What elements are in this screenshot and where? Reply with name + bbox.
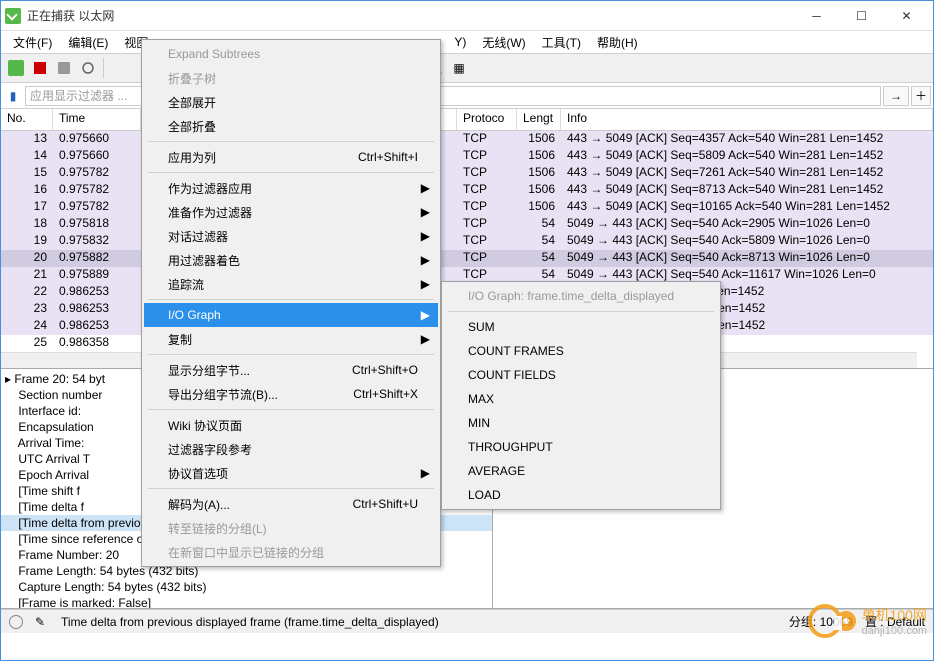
context-menu[interactable]: Expand Subtrees折叠子树全部展开全部折叠应用为列Ctrl+Shif… [141,39,441,567]
ctx-item[interactable]: 解码为(A)...Ctrl+Shift+U [144,492,438,516]
minimize-button[interactable]: ─ [794,2,839,30]
ctx-item[interactable]: 全部折叠 [144,114,438,138]
ctx-item: 在新窗口中显示已链接的分组 [144,540,438,564]
tree-line[interactable]: Capture Length: 54 bytes (432 bits) [1,579,492,595]
ctx-item[interactable]: 过滤器字段参考 [144,437,438,461]
col-time[interactable]: Time [53,109,141,130]
ctx-item[interactable]: 应用为列Ctrl+Shift+I [144,145,438,169]
zoom-reset-icon[interactable]: ▦ [448,57,470,79]
ctx-item[interactable]: 追踪流▶ [144,272,438,296]
ctx-item[interactable]: 导出分组字节流(B)...Ctrl+Shift+X [144,382,438,406]
watermark: 单机100网 danji100.com [808,604,927,638]
capture-options-icon[interactable] [77,57,99,79]
titlebar: 正在捕获 以太网 ─ ☐ ✕ [1,1,933,31]
ctx-sub-item[interactable]: COUNT FRAMES [444,339,718,363]
filter-apply-button[interactable]: → [883,86,909,106]
app-icon [5,8,21,24]
expert-info-icon[interactable] [9,615,23,629]
menu-y[interactable]: Y) [446,33,474,51]
edit-icon[interactable]: ✎ [35,615,49,629]
ctx-sub-item[interactable]: AVERAGE [444,459,718,483]
ctx-item[interactable]: 准备作为过滤器▶ [144,200,438,224]
ctx-item: 折叠子树 [144,66,438,90]
col-length[interactable]: Lengt [517,109,561,130]
ctx-item[interactable]: 作为过滤器应用▶ [144,176,438,200]
status-text: Time delta from previous displayed frame… [61,615,777,629]
bookmark-icon[interactable]: ▮ [3,86,23,106]
menu-help[interactable]: 帮助(H) [589,32,646,53]
capture-start-icon[interactable] [5,57,27,79]
menu-wireless[interactable]: 无线(W) [474,32,533,53]
window-title: 正在捕获 以太网 [27,7,794,24]
ctx-sub-item[interactable]: MAX [444,387,718,411]
ctx-item[interactable]: 对话过滤器▶ [144,224,438,248]
ctx-item: Expand Subtrees [144,42,438,66]
ctx-sub-item[interactable]: LOAD [444,483,718,507]
statusbar: ✎ Time delta from previous displayed fra… [1,609,933,633]
tree-line[interactable]: [Frame is marked: False] [1,595,492,608]
maximize-button[interactable]: ☐ [839,2,884,30]
close-button[interactable]: ✕ [884,2,929,30]
ctx-sub-item[interactable]: SUM [444,315,718,339]
col-protocol[interactable]: Protoco [457,109,517,130]
ctx-sub-item[interactable]: COUNT FIELDS [444,363,718,387]
capture-stop-icon[interactable] [29,57,51,79]
ctx-item[interactable]: I/O Graph▶ [144,303,438,327]
context-submenu-io-graph[interactable]: I/O Graph: frame.time_delta_displayed SU… [441,281,721,510]
ctx-item[interactable]: 用过滤器着色▶ [144,248,438,272]
col-info[interactable]: Info [561,109,933,130]
ctx-item[interactable]: 全部展开 [144,90,438,114]
ctx-item: 转至链接的分组(L) [144,516,438,540]
menu-tools[interactable]: 工具(T) [534,32,589,53]
ctx-item[interactable]: 协议首选项▶ [144,461,438,485]
capture-restart-icon[interactable] [53,57,75,79]
menu-edit[interactable]: 编辑(E) [60,32,116,53]
col-no[interactable]: No. [1,109,53,130]
ctx-item[interactable]: Wiki 协议页面 [144,413,438,437]
filter-add-button[interactable]: ＋ [911,86,931,106]
menu-file[interactable]: 文件(F) [5,32,60,53]
ctx-item[interactable]: 复制▶ [144,327,438,351]
submenu-title: I/O Graph: frame.time_delta_displayed [444,284,718,308]
ctx-item[interactable]: 显示分组字节...Ctrl+Shift+O [144,358,438,382]
ctx-sub-item[interactable]: THROUGHPUT [444,435,718,459]
ctx-sub-item[interactable]: MIN [444,411,718,435]
